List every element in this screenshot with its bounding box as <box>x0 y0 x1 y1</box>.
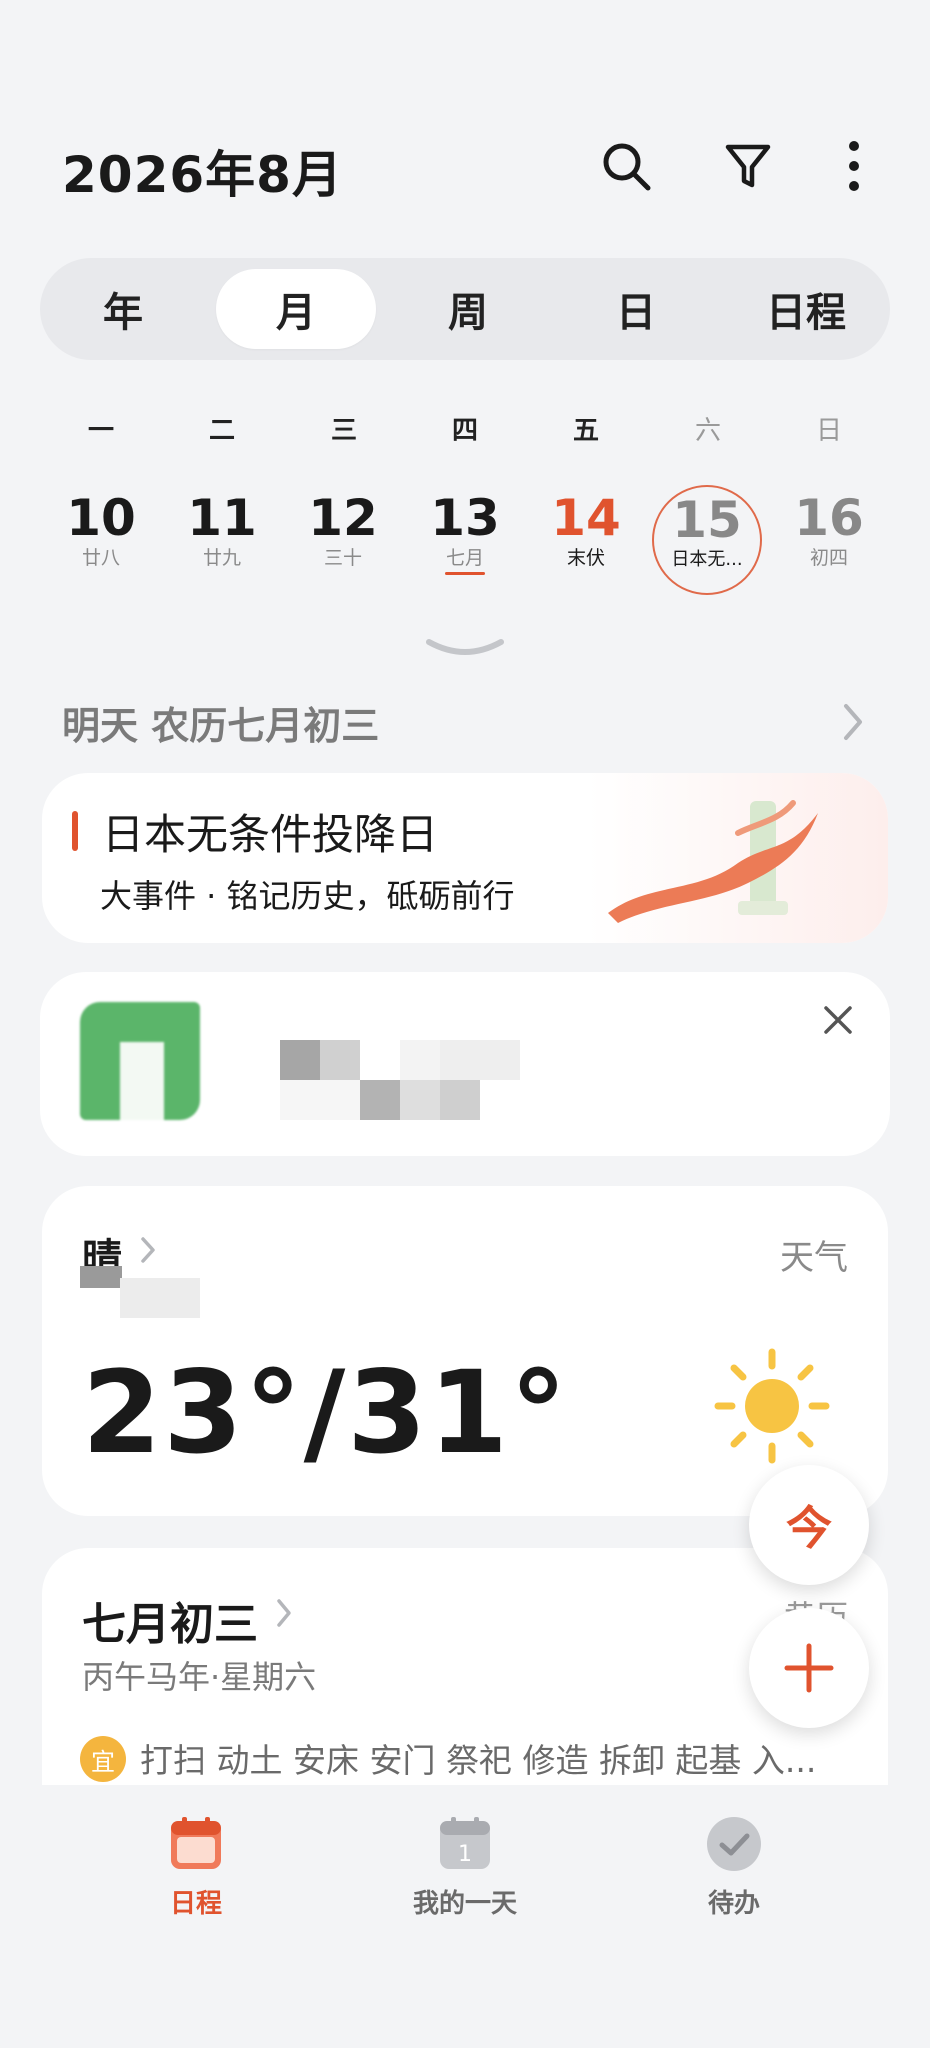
nav-item-schedule[interactable]: 日程 <box>96 1815 296 1920</box>
bottom-nav: 日程 1 我的一天 待办 <box>0 1785 930 2048</box>
day-number: 13 <box>430 489 500 547</box>
my-day-icon: 1 <box>440 1817 490 1869</box>
tab-day[interactable]: 日 <box>556 269 716 349</box>
location-blurred <box>120 1278 200 1318</box>
page-title[interactable]: 2026年8月 <box>62 135 343 207</box>
day-lunar: 初四 <box>809 547 848 569</box>
weekday-label: 四 <box>451 416 478 446</box>
week-date-row: 10 廿八 11 廿九 12 三十 13 七月 14 末伏 15 日本无... … <box>0 485 930 610</box>
weekday-label: 日 <box>815 416 842 446</box>
tab-week[interactable]: 周 <box>388 269 548 349</box>
promo-text-blurred <box>280 1040 520 1120</box>
day-lunar: 廿八 <box>81 547 120 569</box>
day-lunar: 日本无... <box>671 549 743 570</box>
day-number: 14 <box>551 489 621 547</box>
chevron-right-icon[interactable] <box>276 1598 292 1632</box>
date-subheader: 明天 农历七月初三 <box>62 704 380 748</box>
day-cell[interactable]: 16 初四 <box>774 490 884 600</box>
nav-item-my-day[interactable]: 1 我的一天 <box>365 1815 565 1920</box>
svg-text:1: 1 <box>458 1842 472 1867</box>
day-lunar: 七月 <box>445 547 484 569</box>
event-color-bar <box>72 811 78 851</box>
lunar-year: 丙午马年·星期六 <box>82 1658 317 1696</box>
app-logo <box>80 1002 200 1120</box>
sun-icon <box>712 1346 832 1470</box>
search-icon[interactable] <box>596 136 656 196</box>
day-lunar: 廿九 <box>202 547 241 569</box>
event-illustration <box>588 773 888 943</box>
weekday-header: 一 二 三 四 五 六 日 <box>0 410 930 460</box>
day-number: 11 <box>187 489 257 547</box>
today-button[interactable]: 今 <box>749 1465 869 1585</box>
yi-badge: 宜 <box>80 1736 126 1782</box>
nav-label: 待办 <box>707 1889 760 1919</box>
add-event-button[interactable] <box>749 1608 869 1728</box>
weather-label: 天气 <box>780 1238 848 1278</box>
tab-month[interactable]: 月 <box>216 269 376 349</box>
event-subtitle: 大事件 · 铭记历史，砥砺前行 <box>100 877 515 915</box>
day-cell[interactable]: 11 廿九 <box>167 490 277 600</box>
weather-card[interactable]: 晴 天气 23°/31° <box>42 1186 888 1516</box>
tab-year[interactable]: 年 <box>43 269 203 349</box>
nav-label: 我的一天 <box>412 1889 517 1919</box>
chevron-down-icon[interactable] <box>425 636 505 666</box>
day-number: 10 <box>66 489 136 547</box>
check-circle-icon <box>707 1817 761 1871</box>
weekday-label: 一 <box>87 416 114 446</box>
plus-icon <box>784 1643 834 1693</box>
filter-icon[interactable] <box>718 136 778 196</box>
chevron-right-icon[interactable] <box>140 1236 156 1268</box>
day-lunar: 末伏 <box>566 547 605 569</box>
calendar-icon <box>171 1817 221 1869</box>
weekday-label: 六 <box>694 416 721 446</box>
day-cell[interactable]: 10 廿八 <box>46 490 156 600</box>
weekday-label: 五 <box>572 416 599 446</box>
location-blurred <box>80 1266 122 1288</box>
day-cell[interactable]: 14 末伏 <box>531 490 641 600</box>
weekday-label: 二 <box>208 416 235 446</box>
tab-agenda[interactable]: 日程 <box>726 269 886 349</box>
temperature-range: 23°/31° <box>82 1346 569 1479</box>
day-lunar: 三十 <box>323 547 362 569</box>
nav-label: 日程 <box>169 1889 222 1919</box>
day-cell[interactable]: 12 三十 <box>288 490 398 600</box>
yi-items: 打扫 动土 安床 安门 祭祀 修造 拆卸 起基 入... <box>140 1741 817 1780</box>
more-vert-icon[interactable] <box>824 136 884 196</box>
event-title: 日本无条件投降日 <box>102 810 439 859</box>
event-card[interactable]: 日本无条件投降日 大事件 · 铭记历史，砥砺前行 <box>42 773 888 943</box>
day-cell[interactable]: 13 七月 <box>410 490 520 600</box>
close-icon[interactable] <box>822 1004 854 1040</box>
app-header: 2026年8月 <box>0 0 930 250</box>
nav-item-todo[interactable]: 待办 <box>634 1815 834 1920</box>
day-number: 16 <box>794 489 864 547</box>
view-switcher: 年 月 周 日 日程 <box>40 258 890 360</box>
lunar-date: 七月初三 <box>82 1599 258 1650</box>
promo-card[interactable] <box>40 972 890 1156</box>
day-number: 15 <box>672 491 742 549</box>
weekday-label: 三 <box>330 416 357 446</box>
day-cell-selected[interactable]: 15 日本无... <box>652 485 762 595</box>
month-start-marker <box>445 572 485 575</box>
day-number: 12 <box>308 489 378 547</box>
chevron-right-icon[interactable] <box>842 702 864 746</box>
